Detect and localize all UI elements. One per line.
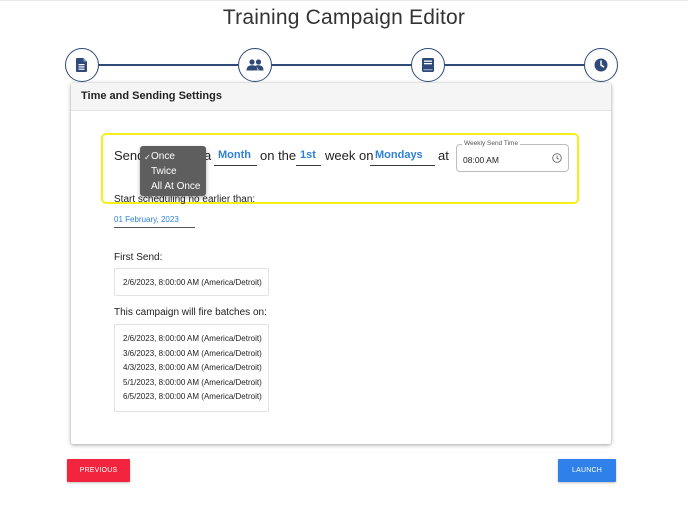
batch-date: 6/5/2023, 8:00:00 AM (America/Detroit) <box>123 392 262 401</box>
step-details[interactable] <box>65 48 99 82</box>
weekly-send-time-value: 08:00 AM <box>463 155 499 165</box>
weekly-send-time-label: Weekly Send Time <box>462 140 521 147</box>
dropdown-option-all-at-once[interactable]: All At Once <box>151 181 200 192</box>
dropdown-option-twice[interactable]: Twice <box>151 166 177 177</box>
book-icon <box>422 58 434 72</box>
card-header: Time and Sending Settings <box>71 83 611 111</box>
batch-date: 3/6/2023, 8:00:00 AM (America/Detroit) <box>123 349 262 358</box>
first-send-label: First Send: <box>114 252 163 263</box>
period-value: Month <box>218 149 251 161</box>
step-recipients[interactable] <box>238 48 272 82</box>
previous-button[interactable]: PREVIOUS <box>67 459 130 482</box>
launch-button[interactable]: LAUNCH <box>558 459 616 482</box>
stepper-line <box>82 64 602 66</box>
week-select[interactable]: 1st <box>296 149 321 166</box>
week-on-word: week on <box>325 148 374 163</box>
batches-label: This campaign will fire batches on: <box>114 307 267 318</box>
batches-box: 2/6/2023, 8:00:00 AM (America/Detroit) 3… <box>114 324 269 412</box>
weekly-send-time-field[interactable]: Weekly Send Time 08:00 AM <box>456 140 569 172</box>
first-send-box: 2/6/2023, 8:00:00 AM (America/Detroit) <box>114 268 269 296</box>
batch-date: 2/6/2023, 8:00:00 AM (America/Detroit) <box>123 334 262 343</box>
clock-icon[interactable] <box>552 153 562 163</box>
page-title: Training Campaign Editor <box>222 6 466 29</box>
period-select[interactable]: Month <box>214 149 257 166</box>
users-icon <box>246 59 264 71</box>
step-content[interactable] <box>411 48 445 82</box>
document-icon <box>76 58 87 72</box>
clock-icon <box>594 58 608 72</box>
first-send-value: 2/6/2023, 8:00:00 AM (America/Detroit) <box>123 278 262 287</box>
batch-date: 5/1/2023, 8:00:00 AM (America/Detroit) <box>123 378 262 387</box>
frequency-dropdown-menu[interactable]: ✓ Once Twice All At Once <box>140 146 206 196</box>
top-border <box>0 0 688 1</box>
dropdown-option-once[interactable]: Once <box>151 151 175 162</box>
on-the-word: on the <box>260 148 297 163</box>
day-select[interactable]: Mondays <box>370 149 435 166</box>
start-date-field[interactable]: 01 February, 2023 <box>114 215 195 228</box>
at-word: at <box>438 148 449 163</box>
day-value: Mondays <box>375 149 423 161</box>
start-date-value: 01 February, 2023 <box>114 215 179 224</box>
selected-check-icon: ✓ <box>144 153 151 162</box>
batch-date: 4/3/2023, 8:00:00 AM (America/Detroit) <box>123 363 262 372</box>
step-schedule[interactable] <box>584 48 618 82</box>
week-value: 1st <box>300 149 316 161</box>
